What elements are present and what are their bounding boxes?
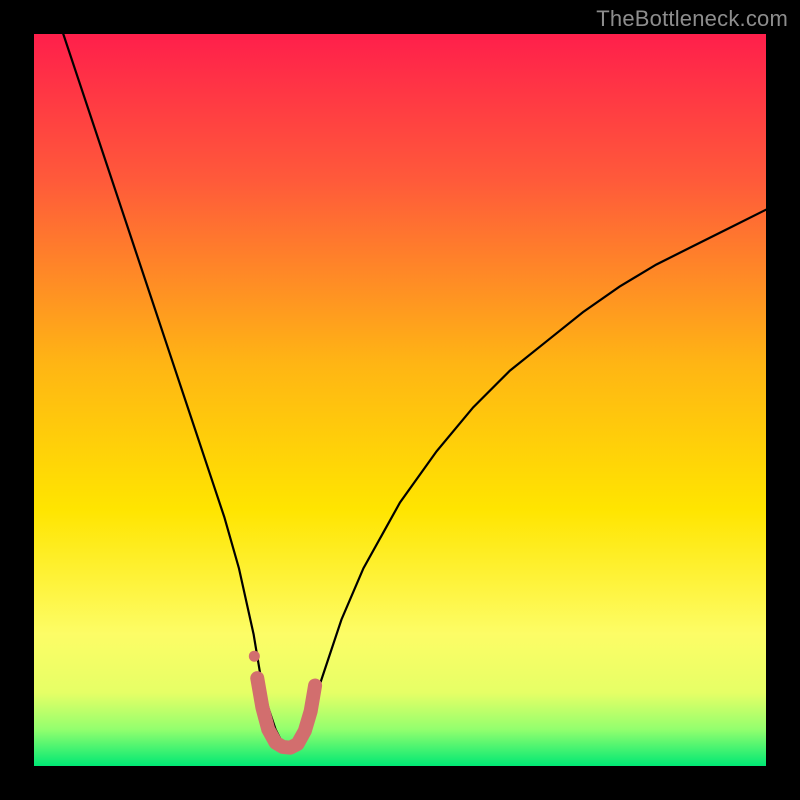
chart-frame: TheBottleneck.com: [0, 0, 800, 800]
bottom-worm-start-dot: [249, 651, 260, 662]
bottleneck-curve: [63, 34, 766, 748]
bottom-worm-path: [257, 678, 315, 748]
chart-svg: [34, 34, 766, 766]
watermark-text: TheBottleneck.com: [596, 6, 788, 32]
